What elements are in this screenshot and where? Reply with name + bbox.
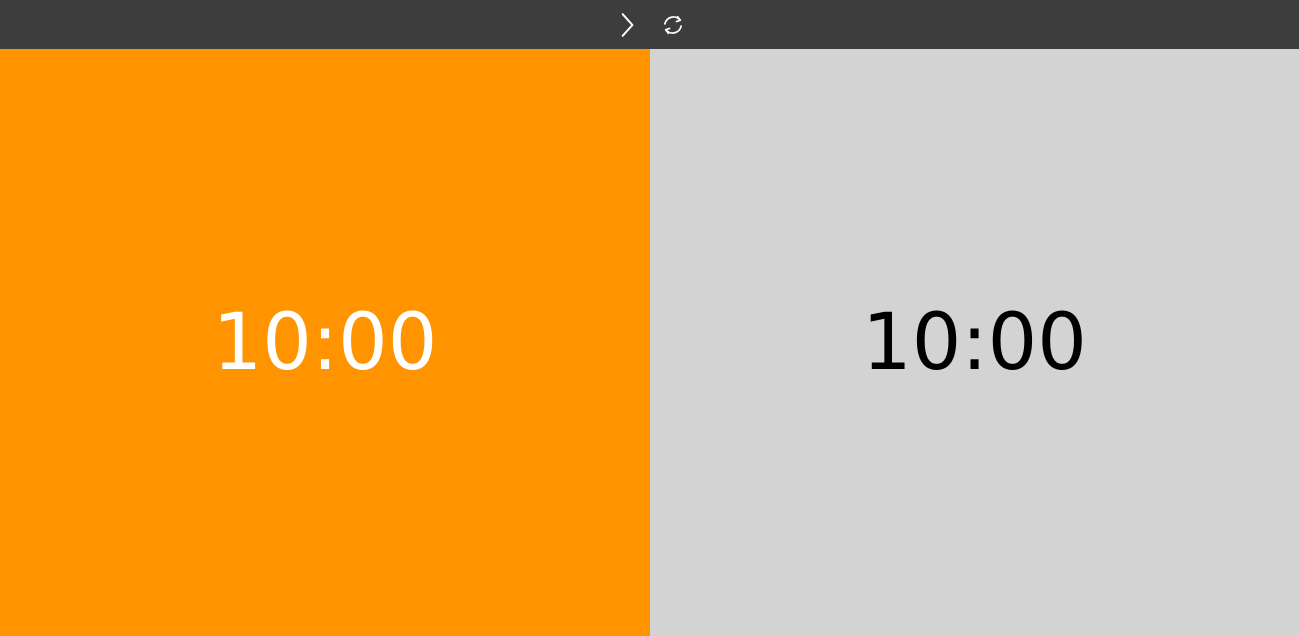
toolbar [0, 0, 1299, 49]
refresh-icon [663, 15, 682, 34]
reset-button[interactable] [659, 11, 687, 39]
chevron-right-icon [621, 12, 633, 37]
player-one-clock[interactable]: 10:00 [0, 49, 650, 636]
next-button[interactable] [613, 11, 641, 39]
player-one-time: 10:00 [212, 297, 438, 388]
clock-panels: 10:00 10:00 [0, 49, 1299, 636]
chess-clock-app: 10:00 10:00 [0, 0, 1299, 636]
player-two-clock[interactable]: 10:00 [650, 49, 1299, 636]
player-two-time: 10:00 [862, 297, 1087, 388]
